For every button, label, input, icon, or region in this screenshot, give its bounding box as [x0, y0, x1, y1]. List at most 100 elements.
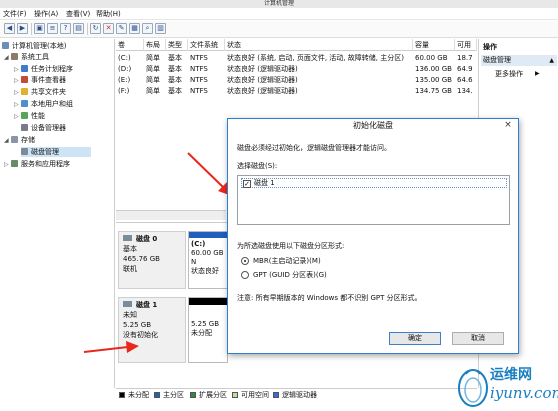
computer-icon	[2, 42, 9, 49]
table-row[interactable]: (D:) 简单 基本 NTFS 状态良好 (逻辑驱动器) 136.00 GB 6…	[116, 64, 477, 74]
disk-0-info[interactable]: 磁盘 0 基本 465.76 GB 联机	[118, 231, 186, 289]
close-icon[interactable]: ×	[502, 120, 514, 131]
unallocated-block[interactable]: 5.25 GB 未分配	[188, 297, 228, 363]
column-header-free[interactable]: 可用	[455, 39, 477, 51]
disk-0-type: 基本	[123, 245, 137, 253]
chevron-right-icon[interactable]: ▷	[14, 112, 21, 122]
column-header-volume[interactable]: 卷	[116, 39, 144, 51]
disk-icon	[21, 148, 28, 155]
legend-label: 主分区	[163, 391, 184, 399]
tree-item-computer-management[interactable]: 计算机管理(本地)	[2, 41, 66, 51]
users-icon	[21, 100, 28, 107]
column-header-layout[interactable]: 布局	[144, 39, 166, 51]
storage-icon	[11, 136, 18, 143]
initialize-disk-dialog: 初始化磁盘 × 磁盘必须经过初始化，逻辑磁盘管理器才能访问。 选择磁盘(S): …	[227, 118, 519, 354]
tree-item-task-scheduler[interactable]: ▷ 任务计划程序	[14, 64, 73, 74]
mbr-option-label[interactable]: MBR(主启动记录)(M)	[253, 256, 321, 266]
toolbar-divider	[87, 23, 88, 35]
legend-swatch-extended	[190, 392, 196, 398]
dialog-intro-text: 磁盘必须经过初始化，逻辑磁盘管理器才能访问。	[237, 144, 391, 152]
new-icon[interactable]: ✎	[116, 23, 127, 34]
chevron-right-icon[interactable]: ▷	[14, 100, 21, 110]
watermark: 运维网 iyunv.com	[454, 360, 558, 411]
disk-0-name: 磁盘 0	[136, 235, 158, 243]
menu-help[interactable]: 帮助(H)	[96, 9, 121, 19]
tree-item-system-tools[interactable]: ◢ 系统工具	[4, 52, 49, 62]
actions-section-disk-management[interactable]: 磁盘管理 ▲	[481, 55, 557, 66]
dialog-title: 初始化磁盘	[228, 119, 518, 133]
open-icon[interactable]: ▦	[129, 23, 140, 34]
tree-item-device-manager[interactable]: 设备管理器	[21, 123, 66, 133]
tree-item-disk-management[interactable]: 磁盘管理	[21, 147, 91, 157]
legend-bar: 未分配 主分区 扩展分区 可用空间 逻辑驱动器	[116, 388, 477, 400]
chevron-right-icon[interactable]: ▷	[14, 65, 21, 75]
tree-item-storage[interactable]: ◢ 存储	[4, 135, 35, 145]
disk-1-item-label: 磁盘 1	[254, 179, 275, 187]
clock-icon	[21, 65, 28, 72]
disk-select-list[interactable]: ✓ 磁盘 1	[237, 175, 510, 225]
column-header-filesystem[interactable]: 文件系统	[188, 39, 225, 51]
table-row[interactable]: (F:) 简单 基本 NTFS 状态良好 (逻辑驱动器) 134.75 GB 1…	[116, 86, 477, 96]
chevron-right-icon[interactable]: ▷	[4, 160, 11, 170]
disk-1-size: 5.25 GB	[123, 321, 152, 329]
table-row[interactable]: (E:) 简单 基本 NTFS 状态良好 (逻辑驱动器) 135.00 GB 6…	[116, 75, 477, 85]
column-header-status[interactable]: 状态	[225, 39, 413, 51]
help-icon[interactable]: ?	[60, 23, 71, 34]
menu-action[interactable]: 操作(A)	[34, 9, 58, 19]
chevron-right-icon[interactable]: ▷	[14, 76, 21, 86]
window-title: 计算机管理	[263, 0, 294, 7]
tree-item-event-viewer[interactable]: ▷ 事件查看器	[14, 75, 66, 85]
unallocated-status: 未分配	[191, 329, 212, 337]
search-icon[interactable]: ⌕	[142, 23, 153, 34]
watermark-en-text: iyunv.com	[490, 384, 558, 402]
tools-icon	[11, 53, 18, 60]
primary-partition-bar	[189, 232, 227, 238]
table-row[interactable]: (C:) 简单 基本 NTFS 状态良好 (系统, 启动, 页面文件, 活动, …	[116, 53, 477, 63]
toolbar: ◀ ▶ ▣ ≡ ? ▤ ↻ ✕ ✎ ▦ ⌕ ▥	[0, 21, 558, 38]
tree-item-services-apps[interactable]: ▷ 服务和应用程序	[4, 159, 70, 169]
legend-swatch-unallocated	[119, 392, 125, 398]
device-icon	[21, 124, 28, 131]
mbr-radio[interactable]	[241, 257, 249, 265]
disk-1-checkbox[interactable]: ✓	[243, 180, 251, 188]
refresh-icon[interactable]: ↻	[90, 23, 101, 34]
volume-c-block[interactable]: (C:) 60.00 GB N 状态良好	[188, 231, 228, 289]
horizontal-scrollbar[interactable]	[116, 210, 226, 220]
gpt-option-label[interactable]: GPT (GUID 分区表)(G)	[253, 270, 327, 280]
collapse-up-icon[interactable]: ▲	[549, 55, 554, 66]
chevron-down-icon[interactable]: ◢	[4, 53, 11, 63]
menu-bar: 文件(F) 操作(A) 查看(V) 帮助(H)	[0, 8, 558, 20]
tree-item-performance[interactable]: ▷ 性能	[14, 111, 45, 121]
legend-label: 扩展分区	[199, 391, 227, 399]
column-header-capacity[interactable]: 容量	[413, 39, 455, 51]
more-icon[interactable]: ▥	[155, 23, 166, 34]
list-view-icon[interactable]: ≡	[47, 23, 58, 34]
volume-c-status: 状态良好	[191, 267, 219, 275]
chevron-down-icon[interactable]: ◢	[4, 136, 11, 146]
ok-button[interactable]: 确定	[389, 332, 441, 345]
menu-file[interactable]: 文件(F)	[3, 9, 27, 19]
legend-label: 未分配	[128, 391, 149, 399]
partition-style-label: 为所选磁盘使用以下磁盘分区形式:	[237, 242, 345, 250]
forward-arrow-icon[interactable]: ▶	[17, 23, 28, 34]
back-arrow-icon[interactable]: ◀	[4, 23, 15, 34]
volume-c-label: (C:)	[191, 240, 206, 248]
properties-icon[interactable]: ▤	[73, 23, 84, 34]
cancel-button[interactable]: 取消	[452, 332, 504, 345]
action-more-actions[interactable]: 更多操作 ▶	[495, 69, 540, 79]
toolbar-divider	[31, 23, 32, 35]
chevron-right-icon[interactable]: ▷	[14, 88, 21, 98]
gpt-radio[interactable]	[241, 271, 249, 279]
unallocated-size: 5.25 GB	[191, 320, 220, 328]
list-item[interactable]: ✓ 磁盘 1	[241, 178, 507, 188]
folder-up-icon[interactable]: ▣	[34, 23, 45, 34]
disk-1-type: 未知	[123, 311, 137, 319]
tree-item-local-users[interactable]: ▷ 本地用户和组	[14, 99, 73, 109]
disk-1-name: 磁盘 1	[136, 301, 158, 309]
column-header-type[interactable]: 类型	[166, 39, 188, 51]
delete-icon[interactable]: ✕	[103, 23, 114, 34]
tree-item-shared-folders[interactable]: ▷ 共享文件夹	[14, 87, 66, 97]
menu-view[interactable]: 查看(V)	[66, 9, 90, 19]
legend-label: 可用空间	[241, 391, 269, 399]
volume-c-size: 60.00 GB N	[191, 249, 224, 266]
